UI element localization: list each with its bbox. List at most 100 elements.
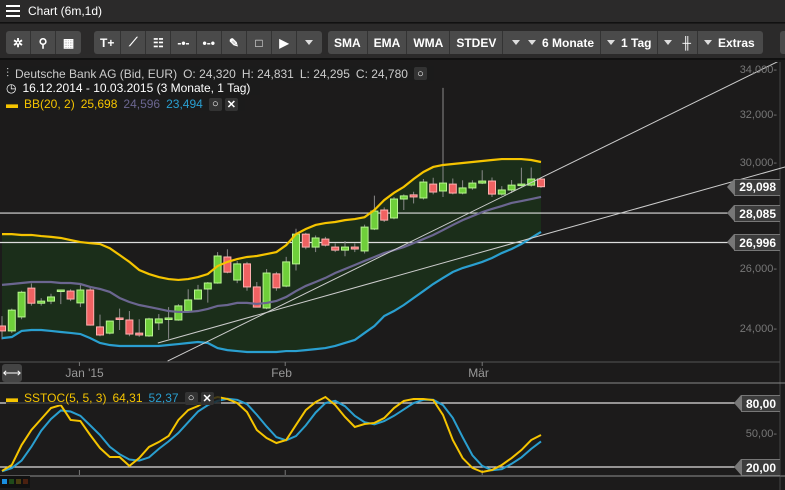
extras-label: Extras: [717, 35, 755, 50]
candle-bullish: [282, 261, 291, 287]
color-scheme-selector[interactable]: [0, 476, 30, 488]
chart-type-dropdown[interactable]: ╫: [658, 31, 698, 54]
price-tag: 26,996: [727, 234, 780, 252]
text-add-button[interactable]: T+: [94, 31, 122, 54]
color-olive[interactable]: [16, 479, 21, 484]
candle-bullish: [76, 289, 85, 304]
candle-bullish: [105, 320, 114, 334]
candle-bearish: [350, 246, 359, 250]
period-label: 6 Monate: [542, 35, 595, 50]
stdev-button[interactable]: STDEV: [450, 31, 504, 54]
instrument-options-icon[interactable]: ○: [413, 67, 427, 80]
candle-bullish: [507, 184, 516, 191]
stoch-label: SSTOC(5, 5, 3): [24, 391, 107, 405]
open-value: O: 24,320: [183, 66, 236, 81]
bb-close-icon[interactable]: ✕: [224, 97, 238, 111]
high-value: H: 24,831: [241, 66, 294, 81]
toolbar-overflow[interactable]: [780, 31, 785, 54]
candle-bullish: [203, 282, 212, 290]
pencil-tool-button[interactable]: ✎: [222, 31, 247, 54]
ema-button[interactable]: EMA: [368, 31, 408, 54]
candle-bullish: [154, 318, 163, 324]
color-brown[interactable]: [23, 479, 28, 484]
candle-bullish: [145, 318, 153, 337]
rectangle-tool-button[interactable]: □: [247, 31, 272, 54]
candle-bullish: [370, 210, 379, 230]
interval-dropdown[interactable]: 1 Tag: [601, 31, 659, 54]
interval-label: 1 Tag: [621, 35, 652, 50]
stoch-k-value: 64,31: [112, 391, 143, 405]
candle-bullish: [390, 198, 398, 219]
candle-bearish: [125, 319, 134, 335]
candle-bullish: [360, 226, 369, 252]
candle-bullish: [468, 182, 477, 189]
candle-bullish: [213, 255, 222, 284]
drawing-more-dropdown[interactable]: [297, 31, 322, 54]
candle-bearish: [86, 289, 95, 326]
channel-tool-button[interactable]: •-•: [197, 31, 222, 54]
stoch-legend: ▬ SSTOC(5, 5, 3) 64,31 52,37 ○ ✕: [6, 391, 221, 405]
line-tool-button[interactable]: ⟋: [121, 31, 147, 54]
bb-settings-icon[interactable]: ○: [208, 97, 222, 111]
bb-color-swatch: ▬: [6, 97, 18, 111]
stoch-close-icon[interactable]: ✕: [200, 391, 214, 405]
candle-bearish: [96, 326, 104, 336]
candle-bearish: [272, 273, 281, 289]
candle-bearish: [0, 325, 6, 332]
stoch-settings-icon[interactable]: ○: [184, 391, 198, 405]
candle-bullish: [517, 183, 526, 187]
candle-bearish: [27, 287, 36, 304]
range-legend: ◷ 16.12.2014 - 10.03.2015 (3 Monate, 1 T…: [6, 81, 261, 95]
fibonacci-tool-button[interactable]: ☷: [146, 31, 172, 54]
title-bar: Chart (6m,1d): [0, 0, 785, 23]
candle-bearish: [448, 183, 457, 194]
candle-bullish: [311, 237, 320, 248]
stoch-y-tick: 50,00-: [745, 428, 777, 440]
menu-icon[interactable]: [6, 5, 20, 17]
candle-bullish: [194, 289, 202, 300]
color-green[interactable]: [9, 479, 14, 484]
indicator-settings-icon[interactable]: ⫶: [6, 66, 9, 81]
y-tick-label: 34,000-: [739, 63, 777, 76]
candle-bearish: [488, 180, 496, 195]
candle-bearish: [301, 233, 310, 248]
candle-bullish: [419, 181, 428, 199]
toolbar: ✲ ⚲ ▦ T+ ⟋ ☷ -•- •-• ✎ □ ▶ SMA EMA WMA S…: [0, 24, 785, 60]
candle-bearish: [331, 246, 340, 251]
bb-lower-value: 23,494: [166, 97, 203, 111]
bb-mid-value: 24,596: [123, 97, 161, 111]
candle-bearish: [135, 332, 144, 336]
wma-button[interactable]: WMA: [407, 31, 451, 54]
horizontal-line-button[interactable]: -•-: [171, 31, 197, 54]
candle-bearish: [115, 317, 124, 321]
stoch-color-swatch: ▬: [6, 391, 18, 405]
period-dropdown[interactable]: 6 Monate: [522, 31, 602, 54]
bb-legend: ▬ BB(20, 2) 25,698 24,596 23,494 ○ ✕: [6, 97, 245, 111]
bb-label: BB(20, 2): [24, 97, 75, 111]
y-tick-label: 30,000-: [739, 156, 777, 169]
candle-bullish: [399, 195, 408, 200]
date-range: 16.12.2014 - 10.03.2015 (3 Monate, 1 Tag…: [22, 81, 251, 95]
extras-dropdown[interactable]: Extras: [698, 31, 763, 54]
candle-bullish: [233, 263, 242, 281]
chart-canvas[interactable]: [0, 62, 785, 490]
stochastic-plot: [0, 395, 740, 474]
pan-icon[interactable]: ⟷: [2, 364, 22, 382]
color-blue[interactable]: [2, 479, 7, 484]
layout-button[interactable]: ▦: [56, 31, 81, 54]
zoom-button[interactable]: ⚲: [31, 31, 56, 54]
clock-icon: ◷: [6, 81, 17, 95]
candle-bullish: [341, 246, 349, 251]
y-tick-label: 26,000-: [739, 263, 777, 276]
candle-bearish: [223, 256, 232, 273]
price-plot: [0, 62, 785, 475]
candle-bearish: [537, 178, 545, 188]
sma-button[interactable]: SMA: [328, 31, 368, 54]
candle-bullish: [56, 289, 65, 293]
arrow-tool-button[interactable]: ▶: [272, 31, 297, 54]
stoch-d-value: 52,37: [148, 391, 179, 405]
settings-button[interactable]: ✲: [6, 31, 31, 54]
candle-bearish: [409, 194, 418, 198]
candle-bullish: [17, 291, 26, 318]
candle-bullish: [458, 187, 467, 194]
